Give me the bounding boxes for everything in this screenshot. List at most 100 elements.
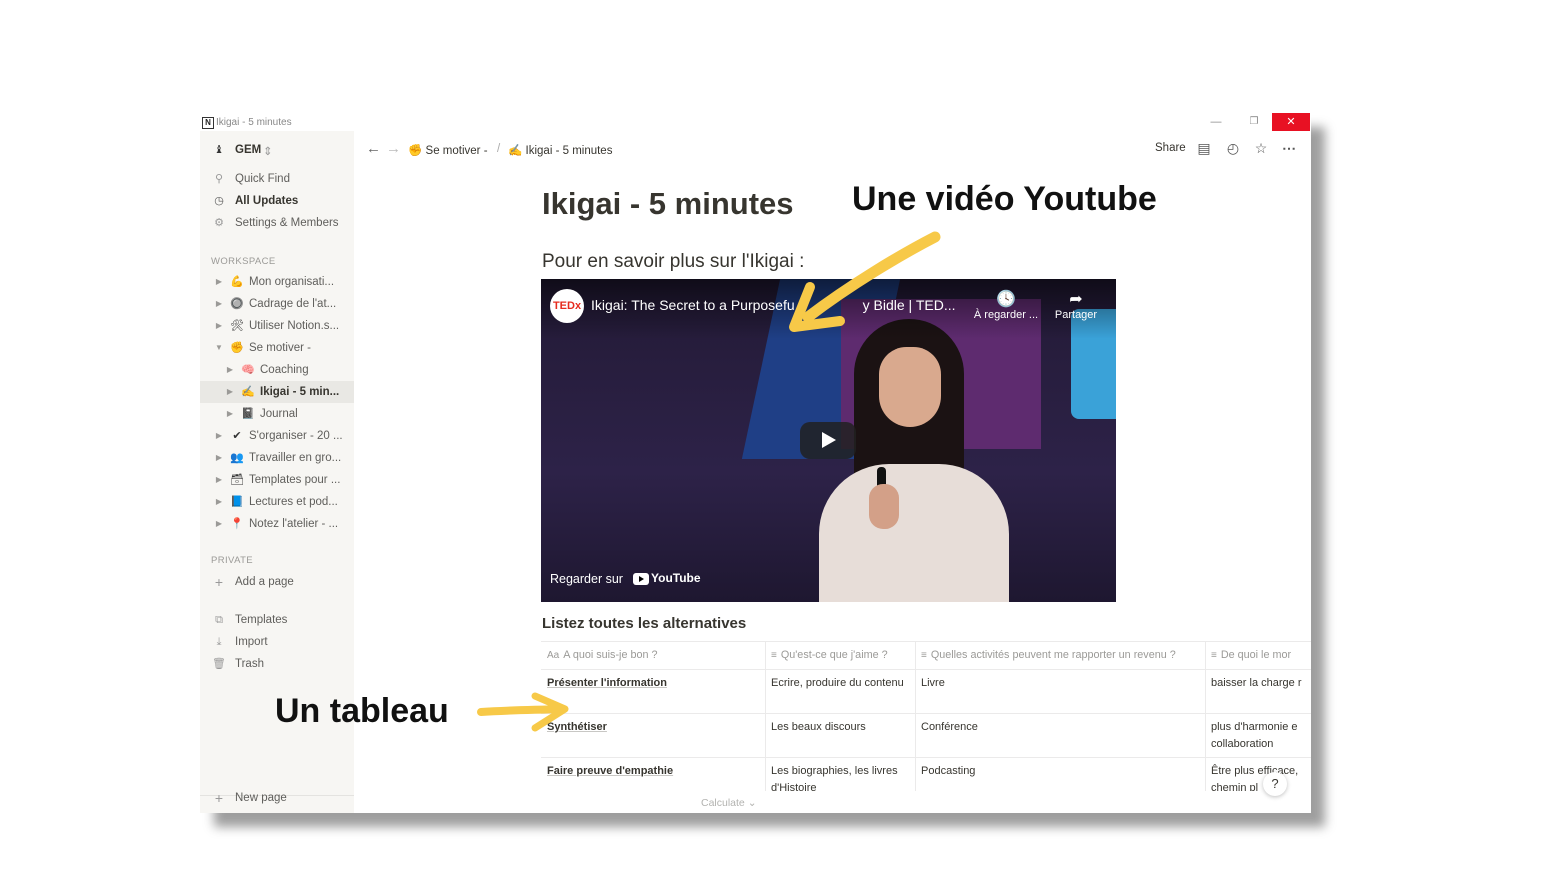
sidebar-page-item[interactable]: ▶ 🛠 Utiliser Notion.s... xyxy=(200,315,354,337)
caret-down-icon[interactable]: ▼ xyxy=(214,343,224,352)
table-cell[interactable]: Livre xyxy=(915,669,1205,713)
sidebar-page-item[interactable]: ▶ ✔ S'organiser - 20 ... xyxy=(200,425,354,447)
sidebar-page-item[interactable]: ▶ 👥 Travailler en gro... xyxy=(200,447,354,469)
sidebar-item-all-updates[interactable]: ◷ All Updates xyxy=(200,190,354,212)
sidebar-page-item[interactable]: ▶ 📘 Lectures et pod... xyxy=(200,491,354,513)
play-button[interactable] xyxy=(800,422,856,459)
sidebar-page-item[interactable]: ▶ 🗃 Templates pour ... xyxy=(200,469,354,491)
table-cell[interactable]: Les beaux discours xyxy=(765,713,915,757)
title-bar: N Ikigai - 5 minutes — ❐ ✕ xyxy=(200,113,1311,131)
top-bar: ← → ✊ Se motiver - / ✍ Ikigai - 5 minute… xyxy=(354,131,1311,167)
sidebar-item-import[interactable]: ⤓ Import xyxy=(200,631,354,653)
table-header-cell[interactable]: Aa A quoi suis-je bon ? xyxy=(541,641,765,669)
caret-right-icon[interactable]: ▶ xyxy=(214,321,224,330)
breadcrumb-label: Ikigai - 5 minutes xyxy=(525,145,613,157)
video-share-button[interactable]: ➦ Partager xyxy=(1041,289,1111,321)
annotation-table: Un tableau xyxy=(275,692,449,730)
chevron-updown-icon: ⇕ xyxy=(263,146,273,158)
table-cell[interactable]: Être plus efficace, chemin pl xyxy=(1205,757,1311,791)
sidebar-page-item[interactable]: ▶ 🧠 Coaching xyxy=(200,359,354,381)
minimize-button[interactable]: — xyxy=(1197,113,1235,131)
sidebar-page-label: Templates pour ... xyxy=(249,474,341,486)
caret-right-icon[interactable]: ▶ xyxy=(214,519,224,528)
caret-right-icon[interactable]: ▶ xyxy=(214,277,224,286)
table-cell[interactable]: Podcasting xyxy=(915,757,1205,791)
workspace-switcher[interactable]: ♝ GEM ⇕ xyxy=(200,139,354,161)
plus-icon: + xyxy=(214,574,224,590)
back-arrow-icon[interactable]: ← xyxy=(366,140,381,157)
add-page-button[interactable]: + Add a page xyxy=(200,571,354,593)
sidebar-page-label: Se motiver - xyxy=(249,342,311,354)
caret-right-icon[interactable]: ▶ xyxy=(225,387,235,396)
history-icon[interactable]: ◴ xyxy=(1225,140,1241,156)
table-cell[interactable]: Les biographies, les livres d'Histoire xyxy=(765,757,915,791)
sidebar-page-label: Utiliser Notion.s... xyxy=(249,320,340,332)
forward-arrow-icon[interactable]: → xyxy=(386,140,401,157)
play-icon xyxy=(822,432,836,448)
close-button[interactable]: ✕ xyxy=(1272,113,1310,131)
sidebar-page-item[interactable]: ▶ ✍ Ikigai - 5 min... xyxy=(200,381,354,403)
sidebar-page-label: Notez l'atelier - ... xyxy=(249,518,339,530)
caret-right-icon[interactable]: ▶ xyxy=(214,497,224,506)
calculate-button[interactable]: Calculate ⌄ xyxy=(701,797,757,809)
table-header-cell[interactable]: ≡ Qu'est-ce que j'aime ? xyxy=(765,641,915,669)
sidebar-item-quick-find[interactable]: ⚲ Quick Find xyxy=(200,168,354,190)
workspace-section-label: WORKSPACE xyxy=(211,256,276,267)
workspace-name: GEM xyxy=(235,144,262,156)
sidebar-item-label: Import xyxy=(235,636,268,648)
sidebar-page-item[interactable]: ▶ 🔘 Cadrage de l'at... xyxy=(200,293,354,315)
table-header-cell[interactable]: ≡ De quoi le mor xyxy=(1205,641,1311,669)
maximize-button[interactable]: ❐ xyxy=(1235,113,1273,131)
caret-right-icon[interactable]: ▶ xyxy=(214,453,224,462)
caret-right-icon[interactable]: ▶ xyxy=(214,299,224,308)
cell-text: Conférence xyxy=(921,721,978,733)
caret-right-icon[interactable]: ▶ xyxy=(214,475,224,484)
breadcrumb-item-se-motiver[interactable]: ✊ Se motiver - xyxy=(408,143,488,157)
table-cell[interactable]: Conférence xyxy=(915,713,1205,757)
table-cell[interactable]: plus d'harmonie e collaboration xyxy=(1205,713,1311,757)
new-page-button[interactable]: + New page xyxy=(200,787,354,809)
page-emoji-icon: 👥 xyxy=(230,452,244,464)
title-property-icon: Aa xyxy=(547,650,560,661)
watch-later-button[interactable]: 🕓 À regarder ... xyxy=(971,289,1041,321)
help-button[interactable]: ? xyxy=(1263,772,1287,796)
annotation-video: Une vidéo Youtube xyxy=(852,180,1157,218)
caret-right-icon[interactable]: ▶ xyxy=(225,409,235,418)
page-emoji-icon: ✔ xyxy=(232,430,242,442)
row-title: Présenter l'information xyxy=(547,677,667,689)
sidebar-page-item[interactable]: ▶ 📍 Notez l'atelier - ... xyxy=(200,513,354,535)
clock-icon: 🕓 xyxy=(996,291,1016,308)
breadcrumb-label: Se motiver - xyxy=(425,145,488,157)
sidebar-page-item[interactable]: ▼ ✊ Se motiver - xyxy=(200,337,354,359)
sidebar-page-item[interactable]: ▶ 📓 Journal xyxy=(200,403,354,425)
page-title: Ikigai - 5 minutes xyxy=(542,186,794,221)
caret-right-icon[interactable]: ▶ xyxy=(214,431,224,440)
sidebar-item-label: Trash xyxy=(235,658,264,670)
tedx-logo[interactable]: TEDx xyxy=(550,289,584,323)
page-subheading: Pour en savoir plus sur l'Ikigai : xyxy=(542,251,805,272)
table-cell[interactable]: baisser la charge r xyxy=(1205,669,1311,713)
column-label: Quelles activités peuvent me rapporter u… xyxy=(930,649,1176,661)
cell-text: Les biographies, les livres d'Histoire xyxy=(771,765,898,791)
table-header-cell[interactable]: ≡ Quelles activités peuvent me rapporter … xyxy=(915,641,1205,669)
sidebar-page-label: S'organiser - 20 ... xyxy=(249,430,343,442)
breadcrumb-item-ikigai[interactable]: ✍ Ikigai - 5 minutes xyxy=(508,143,612,157)
fist-icon: ✊ xyxy=(408,145,423,157)
sidebar-page-item[interactable]: ▶ 💪 Mon organisati... xyxy=(200,271,354,293)
comment-icon[interactable]: ▤ xyxy=(1196,140,1212,156)
sidebar-item-trash[interactable]: 🗑 Trash xyxy=(200,653,354,675)
text-property-icon: ≡ xyxy=(921,650,927,661)
table-column-divider xyxy=(915,641,916,791)
share-button[interactable]: Share xyxy=(1155,142,1186,154)
table-cell[interactable]: Ecrire, produire du contenu xyxy=(765,669,915,713)
watch-on-youtube-link[interactable]: Regarder sur YouTube xyxy=(541,562,711,598)
table-cell[interactable]: Faire preuve d'empathie xyxy=(541,757,765,791)
sidebar-item-settings[interactable]: ⚙ Settings & Members xyxy=(200,212,354,234)
star-icon[interactable]: ☆ xyxy=(1253,140,1269,156)
sidebar-page-label: Coaching xyxy=(260,364,309,376)
video-share-label: Partager xyxy=(1054,309,1098,321)
caret-right-icon[interactable]: ▶ xyxy=(225,365,235,374)
cell-text: baisser la charge r xyxy=(1211,677,1302,689)
sidebar-item-templates[interactable]: ⧉ Templates xyxy=(200,609,354,631)
more-icon[interactable]: ⋯ xyxy=(1281,140,1297,156)
